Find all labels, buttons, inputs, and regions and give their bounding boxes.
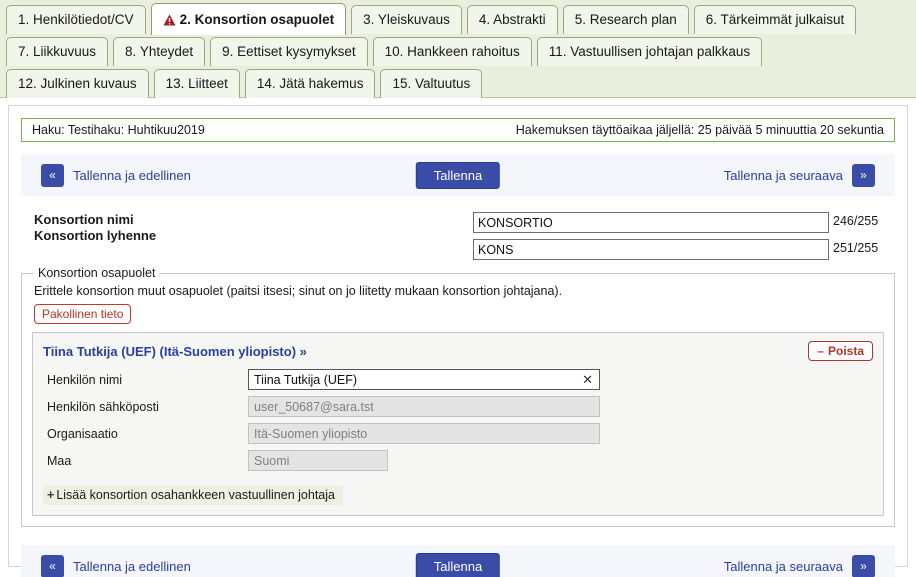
tab-label: 4. Abstrakti (478, 12, 546, 28)
tab-7-liikkuvuus[interactable]: 7. Liikkuvuus (6, 37, 109, 66)
save-and-previous-link[interactable]: Tallenna ja edellinen (73, 168, 191, 183)
nav-previous-group-bottom: « Tallenna ja edellinen (41, 554, 191, 577)
country-input (248, 450, 388, 471)
tab-15-valtuutus[interactable]: 15. Valtuutus (380, 69, 483, 98)
tab-12-julkinen-kuvaus[interactable]: 12. Julkinen kuvaus (6, 69, 149, 98)
plus-icon: + (47, 488, 55, 502)
person-name-input[interactable] (248, 369, 600, 390)
tab-label: 10. Hankkeen rahoitus (384, 44, 520, 60)
tab-label: 2. Konsortion osapuolet (179, 11, 335, 27)
remaining-time: Hakemuksen täyttöaikaa jäljellä: 25 päiv… (515, 123, 884, 137)
tab-label: 3. Yleiskuvaus (363, 12, 450, 28)
tab-strip: 1. Henkilötiedot/CV 2. Konsortion osapuo… (0, 0, 916, 98)
tab-row-2: 7. Liikkuvuus 8. Yhteydet 9. Eettiset ky… (6, 37, 916, 66)
party-header: Tiina Tutkija (UEF) (Itä-Suomen yliopist… (43, 341, 873, 361)
field-row-organisation: Organisaatio (43, 422, 873, 445)
consortium-parties-fieldset: Konsortion osapuolet Erittele konsortion… (21, 266, 895, 527)
label-person-email: Henkilön sähköposti (47, 399, 159, 414)
tab-label: 11. Vastuullisen johtajan palkkaus (548, 44, 751, 60)
tab-label: 6. Tärkeimmät julkaisut (705, 12, 845, 28)
tab-label: 15. Valtuutus (392, 76, 471, 92)
next-arrow-button[interactable]: » (852, 163, 875, 187)
clear-icon[interactable]: ✕ (582, 372, 593, 387)
consortium-name-area: Konsortion nimi Konsortion lyhenne 246/2… (21, 210, 895, 266)
delete-party-button[interactable]: – Poista (808, 341, 873, 361)
consortium-abbrev-counter: 251/255 (833, 241, 879, 255)
tab-14-jata-hakemus[interactable]: 14. Jätä hakemus (244, 69, 376, 98)
save-button-top[interactable]: Tallenna (415, 161, 501, 189)
minus-icon: – (817, 344, 824, 358)
person-name-wrapper: ✕ (248, 369, 600, 390)
field-row-person-name: Henkilön nimi ✕ (43, 368, 873, 391)
consortium-labels: Konsortion nimi Konsortion lyhenne (34, 212, 156, 244)
call-info-bar: Haku: Testihaku: Huhtikuu2019 Hakemuksen… (21, 118, 895, 142)
tab-11-vastuullisen-johtajan-palkkaus[interactable]: 11. Vastuullisen johtajan palkkaus (536, 37, 763, 66)
previous-arrow-button-bottom[interactable]: « (41, 554, 64, 577)
tab-label: 14. Jätä hakemus (256, 76, 364, 92)
field-row-country: Maa (43, 449, 873, 472)
consortium-party-row: Tiina Tutkija (UEF) (Itä-Suomen yliopist… (32, 332, 884, 516)
next-arrow-button-bottom[interactable]: » (852, 554, 875, 577)
previous-arrow-button[interactable]: « (41, 163, 64, 187)
tab-label: 12. Julkinen kuvaus (18, 76, 137, 92)
label-country: Maa (47, 453, 72, 468)
tab-4-abstrakti[interactable]: 4. Abstrakti (466, 5, 558, 34)
nav-next-group: Tallenna ja seuraava » (724, 163, 875, 187)
tab-13-liitteet[interactable]: 13. Liitteet (153, 69, 240, 98)
top-navigation-bar: « Tallenna ja edellinen Tallenna Tallenn… (21, 154, 895, 196)
add-subproject-leader-link[interactable]: + Lisää konsortion osahankkeen vastuullin… (43, 485, 343, 505)
call-name: Haku: Testihaku: Huhtikuu2019 (32, 123, 205, 137)
tab-9-eettiset-kysymykset[interactable]: 9. Eettiset kysymykset (210, 37, 368, 66)
tab-row-3: 12. Julkinen kuvaus 13. Liitteet 14. Jät… (6, 69, 916, 98)
add-link-label: Lisää konsortion osahankkeen vastuulline… (56, 488, 335, 502)
tab-5-research-plan[interactable]: 5. Research plan (562, 5, 689, 34)
person-email-input (248, 396, 600, 417)
tab-label: 9. Eettiset kysymykset (222, 44, 356, 60)
label-organisation: Organisaatio (47, 426, 118, 441)
tab-label: 7. Liikkuvuus (18, 44, 97, 60)
tab-8-yhteydet[interactable]: 8. Yhteydet (113, 37, 206, 66)
tab-6-tarkeimmat-julkaisut[interactable]: 6. Tärkeimmät julkaisut (693, 5, 857, 34)
field-row-person-email: Henkilön sähköposti (43, 395, 873, 418)
organisation-input (248, 423, 600, 444)
label-consortium-abbrev: Konsortion lyhenne (34, 228, 157, 243)
application-page: 1. Henkilötiedot/CV 2. Konsortion osapuo… (0, 0, 916, 577)
label-person-name: Henkilön nimi (47, 372, 123, 387)
tab-label: 13. Liitteet (165, 76, 228, 92)
tab-row-1: 1. Henkilötiedot/CV 2. Konsortion osapuo… (6, 3, 916, 35)
party-title-link[interactable]: Tiina Tutkija (UEF) (Itä-Suomen yliopist… (43, 344, 307, 359)
delete-label: Poista (827, 344, 864, 358)
nav-previous-group: « Tallenna ja edellinen (41, 163, 191, 187)
tab-3-yleiskuvaus[interactable]: 3. Yleiskuvaus (351, 5, 462, 34)
tab-label: 5. Research plan (574, 12, 677, 28)
save-button-bottom[interactable]: Tallenna (415, 552, 501, 577)
consortium-name-counter: 246/255 (833, 214, 879, 228)
tab-label: 8. Yhteydet (125, 44, 194, 60)
save-and-next-link[interactable]: Tallenna ja seuraava (724, 168, 843, 183)
nav-next-group-bottom: Tallenna ja seuraava » (724, 554, 875, 577)
bottom-navigation-bar: « Tallenna ja edellinen Tallenna Tallenn… (21, 545, 895, 577)
tab-2-konsortion-osapuolet[interactable]: 2. Konsortion osapuolet (150, 3, 347, 35)
form-panel: Haku: Testihaku: Huhtikuu2019 Hakemuksen… (8, 105, 908, 577)
tab-10-hankkeen-rahoitus[interactable]: 10. Hankkeen rahoitus (372, 37, 532, 66)
fieldset-legend: Konsortion osapuolet (38, 266, 156, 280)
tab-label: 1. Henkilötiedot/CV (18, 12, 134, 28)
save-and-previous-link-bottom[interactable]: Tallenna ja edellinen (73, 559, 191, 574)
consortium-name-input[interactable] (473, 212, 829, 233)
required-info-badge: Pakollinen tieto (34, 304, 132, 324)
tab-1-henkilotiedot-cv[interactable]: 1. Henkilötiedot/CV (6, 5, 146, 34)
consortium-abbrev-input[interactable] (473, 239, 829, 260)
save-and-next-link-bottom[interactable]: Tallenna ja seuraava (724, 559, 843, 574)
fieldset-description: Erittele konsortion muut osapuolet (pait… (34, 284, 563, 298)
label-consortium-name: Konsortion nimi (34, 212, 134, 227)
warning-triangle-icon (163, 14, 176, 26)
